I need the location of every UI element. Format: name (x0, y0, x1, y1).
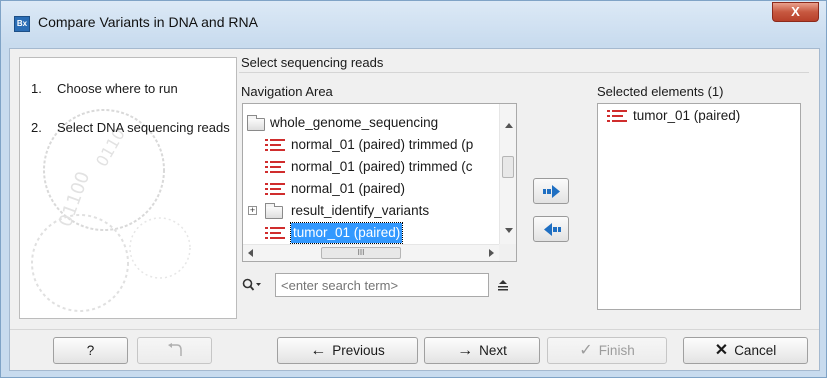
finish-label: Finish (598, 343, 635, 358)
navigation-area-label: Navigation Area (241, 84, 333, 99)
scroll-down-icon[interactable] (505, 228, 513, 233)
footer-divider (10, 329, 819, 330)
wizard-steps-panel: 01100 0110 1. Choose where to run 2. Sel… (19, 57, 237, 319)
list-item-label: tumor_01 (paired) (633, 108, 741, 123)
step-number: 1. (31, 81, 42, 96)
scroll-up-icon[interactable] (505, 123, 513, 128)
remove-from-selected-button[interactable] (533, 216, 569, 242)
tree-item-label: result_identify_variants (291, 203, 430, 218)
cancel-button[interactable]: ✕ Cancel (683, 337, 808, 364)
navigation-tree[interactable]: whole_genome_sequencing normal_01 (paire… (242, 103, 517, 262)
horizontal-scrollbar[interactable]: III (243, 244, 500, 261)
tree-item-selected[interactable]: tumor_01 (paired) (243, 222, 499, 244)
sequence-list-icon (607, 109, 629, 124)
scroll-corner (499, 244, 516, 261)
scroll-left-icon[interactable] (248, 249, 253, 257)
dialog-window: Bx Compare Variants in DNA and RNA X 011… (0, 0, 827, 378)
folder-icon (265, 203, 283, 219)
list-item[interactable]: tumor_01 (paired) (598, 106, 798, 126)
checkmark-icon: ✓ (579, 342, 593, 359)
arrow-right-icon (543, 185, 560, 198)
tree-item-label: whole_genome_sequencing (270, 115, 439, 130)
dialog-body: 01100 0110 1. Choose where to run 2. Sel… (9, 48, 820, 371)
app-icon: Bx (14, 16, 30, 32)
tree-item-label: normal_01 (paired) trimmed (p (291, 137, 474, 152)
arrow-left-icon: ← (310, 342, 327, 359)
finish-button[interactable]: ✓ Finish (547, 337, 667, 364)
window-title: Compare Variants in DNA and RNA (38, 14, 258, 30)
sequence-list-icon (265, 182, 287, 197)
tree-item-label: normal_01 (paired) (291, 181, 406, 196)
section-divider (239, 72, 809, 73)
svg-text:01100: 01100 (55, 169, 94, 230)
tree-item-folder[interactable]: + result_identify_variants (243, 201, 499, 221)
step-label: Select DNA sequencing reads (57, 120, 230, 135)
expand-icon[interactable]: + (248, 206, 257, 215)
search-bar (242, 273, 517, 297)
scroll-thumb[interactable] (502, 156, 514, 178)
add-to-selected-button[interactable] (533, 178, 569, 204)
selected-elements-list[interactable]: tumor_01 (paired) (597, 103, 801, 310)
sequence-list-icon (265, 138, 287, 153)
reset-icon (168, 343, 182, 356)
search-input[interactable] (275, 273, 489, 297)
previous-button[interactable]: ← Previous (277, 337, 418, 364)
sequence-list-icon (265, 226, 287, 241)
tree-item-label: tumor_01 (paired) (289, 222, 404, 244)
title-bar[interactable]: Bx Compare Variants in DNA and RNA X (1, 1, 826, 43)
step-label: Choose where to run (57, 81, 178, 96)
close-icon: ✕ (714, 342, 729, 359)
selected-elements-label: Selected elements (1) (597, 84, 724, 99)
decorative-watermark-icon: 01100 0110 (31, 109, 191, 312)
section-title: Select sequencing reads (241, 55, 384, 70)
folder-icon (247, 115, 265, 131)
step-number: 2. (31, 120, 42, 135)
scroll-right-icon[interactable] (489, 249, 494, 257)
tree-item-label: normal_01 (paired) trimmed (c (291, 159, 473, 174)
reset-button[interactable] (137, 337, 212, 364)
vertical-scrollbar[interactable] (499, 104, 516, 245)
previous-label: Previous (332, 343, 385, 358)
arrow-left-icon (544, 223, 561, 236)
tree-item-folder[interactable]: whole_genome_sequencing (243, 113, 499, 133)
help-button[interactable]: ? (53, 337, 128, 364)
tree-item[interactable]: normal_01 (paired) trimmed (c (243, 157, 499, 177)
search-options-icon[interactable] (497, 279, 509, 291)
close-button[interactable]: X (772, 2, 819, 22)
sequence-list-icon (265, 160, 287, 175)
help-label: ? (86, 343, 95, 358)
cancel-label: Cancel (734, 343, 777, 358)
next-label: Next (479, 343, 507, 358)
search-icon[interactable] (242, 278, 262, 292)
scroll-thumb[interactable]: III (321, 247, 401, 259)
tree-item[interactable]: normal_01 (paired) trimmed (p (243, 135, 499, 155)
next-button[interactable]: → Next (424, 337, 540, 364)
arrow-right-icon: → (457, 342, 474, 359)
tree-item[interactable]: normal_01 (paired) (243, 179, 499, 199)
main-content: Select sequencing reads Navigation Area … (239, 55, 814, 319)
